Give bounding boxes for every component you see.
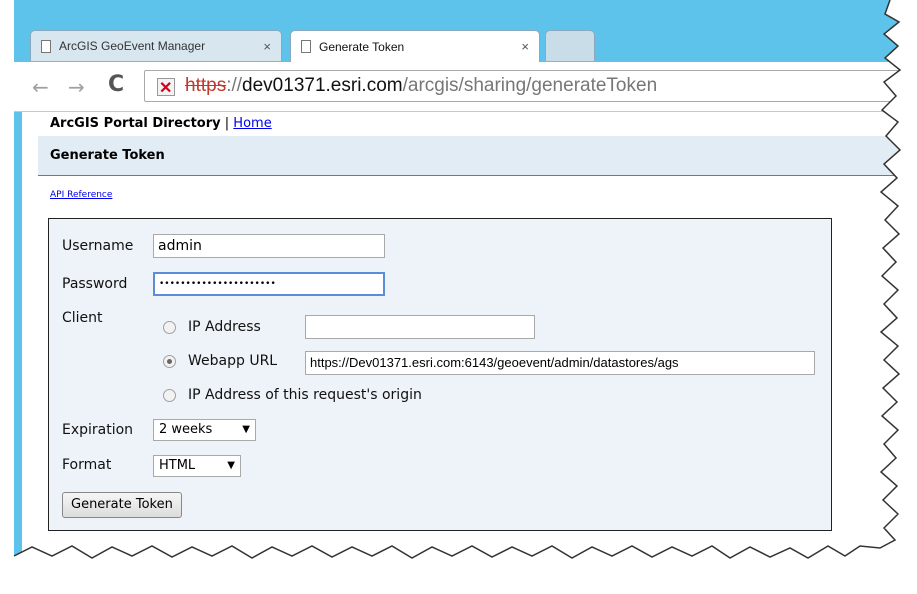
username-label: Username (62, 238, 134, 254)
client-label: Client (62, 310, 103, 326)
request-origin-radio[interactable] (163, 389, 176, 402)
generate-token-form: Username admin Password ••••••••••••••••… (48, 218, 832, 531)
ip-address-label: IP Address (188, 319, 261, 335)
generate-token-button[interactable]: Generate Token (62, 492, 182, 518)
username-field[interactable]: admin (153, 234, 385, 258)
home-link[interactable]: Home (233, 116, 271, 131)
ip-address-radio[interactable] (163, 321, 176, 334)
url-separator: :// (226, 75, 243, 96)
tab-label: ArcGIS GeoEvent Manager (59, 39, 206, 53)
format-select[interactable]: HTML ▼ (153, 455, 241, 477)
password-field[interactable]: •••••••••••••••••••••• (153, 272, 385, 296)
api-reference-link[interactable]: API Reference (50, 190, 112, 200)
webapp-url-radio[interactable] (163, 355, 176, 368)
expiration-label: Expiration (62, 422, 134, 438)
portal-header: ArcGIS Portal Directory | Home (38, 112, 917, 136)
page-content: ArcGIS Portal Directory | Home Generate … (38, 112, 917, 531)
page-title: Generate Token (38, 136, 917, 176)
browser-toolbar: ← → C https://dev01371.esri.com/arcgis/s… (14, 62, 917, 112)
portal-title: ArcGIS Portal Directory (50, 116, 221, 131)
address-bar[interactable]: https://dev01371.esri.com/arcgis/sharing… (144, 70, 904, 102)
header-separator: | (224, 116, 230, 131)
format-value: HTML (159, 458, 196, 473)
page-icon (41, 39, 51, 53)
tab-arcgis-geoevent-manager[interactable]: ArcGIS GeoEvent Manager × (30, 30, 282, 61)
dropdown-arrow-icon: ▼ (242, 424, 250, 435)
ip-address-field[interactable] (305, 315, 535, 339)
dropdown-arrow-icon: ▼ (227, 460, 235, 471)
back-arrow-icon[interactable]: ← (32, 75, 49, 99)
url-host: dev01371.esri.com (242, 75, 403, 96)
password-label: Password (62, 276, 128, 292)
forward-arrow-icon[interactable]: → (68, 75, 85, 99)
close-tab-icon[interactable]: × (521, 39, 529, 54)
format-label: Format (62, 457, 112, 473)
close-tab-icon[interactable]: × (263, 39, 271, 54)
tab-generate-token[interactable]: Generate Token × (290, 30, 540, 62)
insecure-lock-icon[interactable] (157, 74, 175, 101)
tab-label: Generate Token (319, 39, 405, 54)
new-tab-button[interactable] (545, 30, 595, 61)
page-icon (301, 40, 311, 53)
url-scheme: https (185, 75, 227, 96)
request-origin-label: IP Address of this request's origin (188, 387, 422, 403)
url-path: /arcgis/sharing/generateToken (402, 75, 658, 96)
expiration-value: 2 weeks (159, 422, 213, 437)
webapp-url-label: Webapp URL (188, 353, 278, 369)
webapp-url-field[interactable]: https://Dev01371.esri.com:6143/geoevent/… (305, 351, 815, 375)
expiration-select[interactable]: 2 weeks ▼ (153, 419, 256, 441)
reload-icon[interactable]: C (108, 72, 124, 97)
